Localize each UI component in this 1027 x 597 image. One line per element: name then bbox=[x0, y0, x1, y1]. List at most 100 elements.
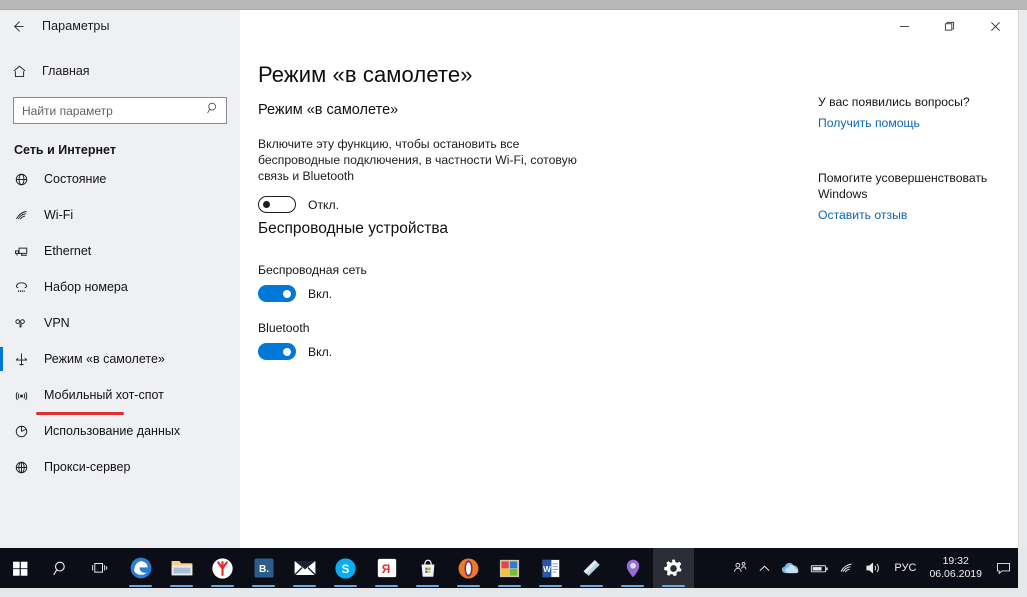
system-tray: РУС 19:32 06.06.2019 bbox=[727, 548, 1018, 588]
sidebar-item-mobile-hotspot[interactable]: Мобильный хот-спот bbox=[0, 377, 240, 413]
back-arrow-icon[interactable] bbox=[0, 11, 34, 41]
maximize-icon[interactable] bbox=[927, 10, 972, 42]
sidebar-group-title: Сеть и Интернет bbox=[14, 143, 116, 157]
clock-time: 19:32 bbox=[942, 555, 969, 567]
sidebar-item-wifi[interactable]: Wi-Fi bbox=[0, 197, 240, 233]
give-feedback-link[interactable]: Оставить отзыв bbox=[818, 208, 1000, 222]
wireless-network-toggle-state: Вкл. bbox=[308, 286, 333, 301]
vk-icon[interactable]: B. bbox=[243, 548, 284, 588]
window-controls bbox=[882, 10, 1018, 42]
help-question-title: У вас появились вопросы? bbox=[818, 95, 970, 109]
bluetooth-toggle[interactable] bbox=[258, 343, 296, 360]
task-view-icon[interactable] bbox=[80, 548, 120, 588]
sidebar-item-status-label: Состояние bbox=[44, 172, 107, 186]
proxy-globe-icon bbox=[14, 460, 38, 475]
mail-icon[interactable] bbox=[284, 548, 325, 588]
toggle-knob bbox=[263, 201, 270, 208]
maps-icon[interactable] bbox=[612, 548, 653, 588]
sidebar-item-dialup-label: Набор номера bbox=[44, 280, 128, 294]
svg-text:W: W bbox=[543, 564, 551, 573]
screen: Параметры Главная Найти параметр Сеть и … bbox=[0, 0, 1027, 597]
help-feedback-block: Помогите усовершенствовать Windows Остав… bbox=[818, 170, 1000, 222]
sidebar-item-ethernet-label: Ethernet bbox=[44, 244, 92, 258]
ethernet-icon bbox=[14, 244, 38, 259]
airplane-mode-section: Режим «в самолете» Включите эту функцию,… bbox=[258, 102, 588, 213]
sidebar-item-proxy[interactable]: Прокси-сервер bbox=[0, 449, 240, 485]
wireless-network-toggle[interactable] bbox=[258, 285, 296, 302]
sidebar-item-home[interactable]: Главная bbox=[0, 54, 240, 88]
battery-icon[interactable] bbox=[805, 548, 834, 588]
sidebar-item-dialup[interactable]: Набор номера bbox=[0, 269, 240, 305]
people-icon[interactable] bbox=[727, 548, 753, 588]
airplane-mode-toggle-row[interactable]: Откл. bbox=[258, 196, 588, 213]
show-hidden-icons-icon[interactable] bbox=[753, 548, 776, 588]
airplane-mode-description: Включите эту функцию, чтобы остановить в… bbox=[258, 137, 577, 183]
help-feedback-title: Помогите усовершенствовать Windows bbox=[818, 171, 988, 201]
hotspot-icon bbox=[14, 388, 38, 403]
page-title: Режим «в самолете» bbox=[258, 62, 473, 87]
sidebar-item-wifi-label: Wi-Fi bbox=[44, 208, 74, 222]
wireless-device-bluetooth-label: Bluetooth bbox=[258, 321, 310, 335]
sidebar-item-data-usage[interactable]: Использование данных bbox=[0, 413, 240, 449]
file-explorer-icon[interactable] bbox=[161, 548, 202, 588]
minimize-icon[interactable] bbox=[882, 10, 927, 42]
sidebar-item-ethernet[interactable]: Ethernet bbox=[0, 233, 240, 269]
volume-icon[interactable] bbox=[860, 548, 887, 588]
clock-date: 06.06.2019 bbox=[929, 568, 982, 580]
search-icon[interactable] bbox=[206, 101, 220, 120]
sidebar-item-airplane-mode[interactable]: Режим «в самолете» bbox=[0, 341, 240, 377]
sidebar-item-airplane-mode-label: Режим «в самолете» bbox=[44, 352, 165, 366]
word-icon[interactable]: W bbox=[530, 548, 571, 588]
windows-start-icon[interactable] bbox=[0, 548, 40, 588]
close-icon[interactable] bbox=[972, 10, 1018, 42]
main-content: Режим «в самолете» Режим «в самолете» Вк… bbox=[240, 42, 1018, 548]
airplane-mode-toggle[interactable] bbox=[258, 196, 296, 213]
sidebar-item-vpn[interactable]: VPN bbox=[0, 305, 240, 341]
wifi-tray-icon[interactable] bbox=[834, 548, 860, 588]
wifi-icon bbox=[14, 208, 38, 223]
sidebar-item-status[interactable]: Состояние bbox=[0, 161, 240, 197]
wireless-devices-section: Беспроводные устройства Беспроводная сет… bbox=[258, 220, 448, 360]
microsoft-store-icon[interactable] bbox=[407, 548, 448, 588]
titlebar-left-region: Параметры bbox=[0, 10, 240, 42]
svg-text:Я: Я bbox=[381, 562, 390, 576]
photos-icon[interactable] bbox=[489, 548, 530, 588]
taskbar-search-icon[interactable] bbox=[40, 548, 80, 588]
airplane-mode-toggle-state: Откл. bbox=[308, 197, 340, 212]
sidebar: Главная Сеть и Интернет bbox=[0, 42, 240, 548]
svg-text:B.: B. bbox=[258, 564, 268, 575]
wireless-device-wifi: Беспроводная сеть Вкл. bbox=[258, 263, 448, 302]
taskbar: B. S Я W РУС 19:32 06.06.2019 bbox=[0, 548, 1018, 588]
sidebar-item-mobile-hotspot-label: Мобильный хот-спот bbox=[44, 388, 164, 402]
search-input[interactable] bbox=[14, 99, 194, 122]
opera-icon[interactable] bbox=[448, 548, 489, 588]
onedrive-icon[interactable] bbox=[776, 548, 805, 588]
wireless-device-wifi-toggle-row[interactable]: Вкл. bbox=[258, 285, 448, 302]
settings-window: Параметры Главная Найти параметр Сеть и … bbox=[0, 10, 1018, 548]
sidebar-item-data-usage-label: Использование данных bbox=[44, 424, 181, 438]
language-indicator[interactable]: РУС bbox=[887, 562, 923, 574]
yandex-icon[interactable]: Я bbox=[366, 548, 407, 588]
vpn-key-icon bbox=[14, 316, 38, 331]
action-center-icon[interactable] bbox=[988, 548, 1018, 588]
sidebar-item-home-label: Главная bbox=[42, 64, 90, 78]
onenote-icon[interactable] bbox=[571, 548, 612, 588]
clock[interactable]: 19:32 06.06.2019 bbox=[923, 555, 988, 581]
globe-status-icon bbox=[14, 172, 38, 187]
wireless-device-bluetooth-toggle-row[interactable]: Вкл. bbox=[258, 343, 448, 360]
wireless-device-bluetooth: Bluetooth Вкл. bbox=[258, 321, 448, 360]
settings-gear-icon[interactable] bbox=[653, 548, 694, 588]
help-panel: У вас появились вопросы? Получить помощь… bbox=[818, 94, 1000, 222]
yandex-browser-icon[interactable] bbox=[202, 548, 243, 588]
dial-up-icon bbox=[14, 280, 38, 295]
data-usage-icon bbox=[14, 424, 38, 439]
get-help-link[interactable]: Получить помощь bbox=[818, 116, 1000, 130]
sidebar-item-vpn-label: VPN bbox=[44, 316, 70, 330]
home-icon bbox=[12, 64, 38, 79]
airplane-icon bbox=[14, 352, 38, 367]
edge-icon[interactable] bbox=[120, 548, 161, 588]
window-titlebar: Параметры bbox=[0, 10, 1018, 42]
skype-icon[interactable]: S bbox=[325, 548, 366, 588]
search-box[interactable] bbox=[13, 97, 227, 124]
airplane-mode-heading: Режим «в самолете» bbox=[258, 102, 399, 118]
